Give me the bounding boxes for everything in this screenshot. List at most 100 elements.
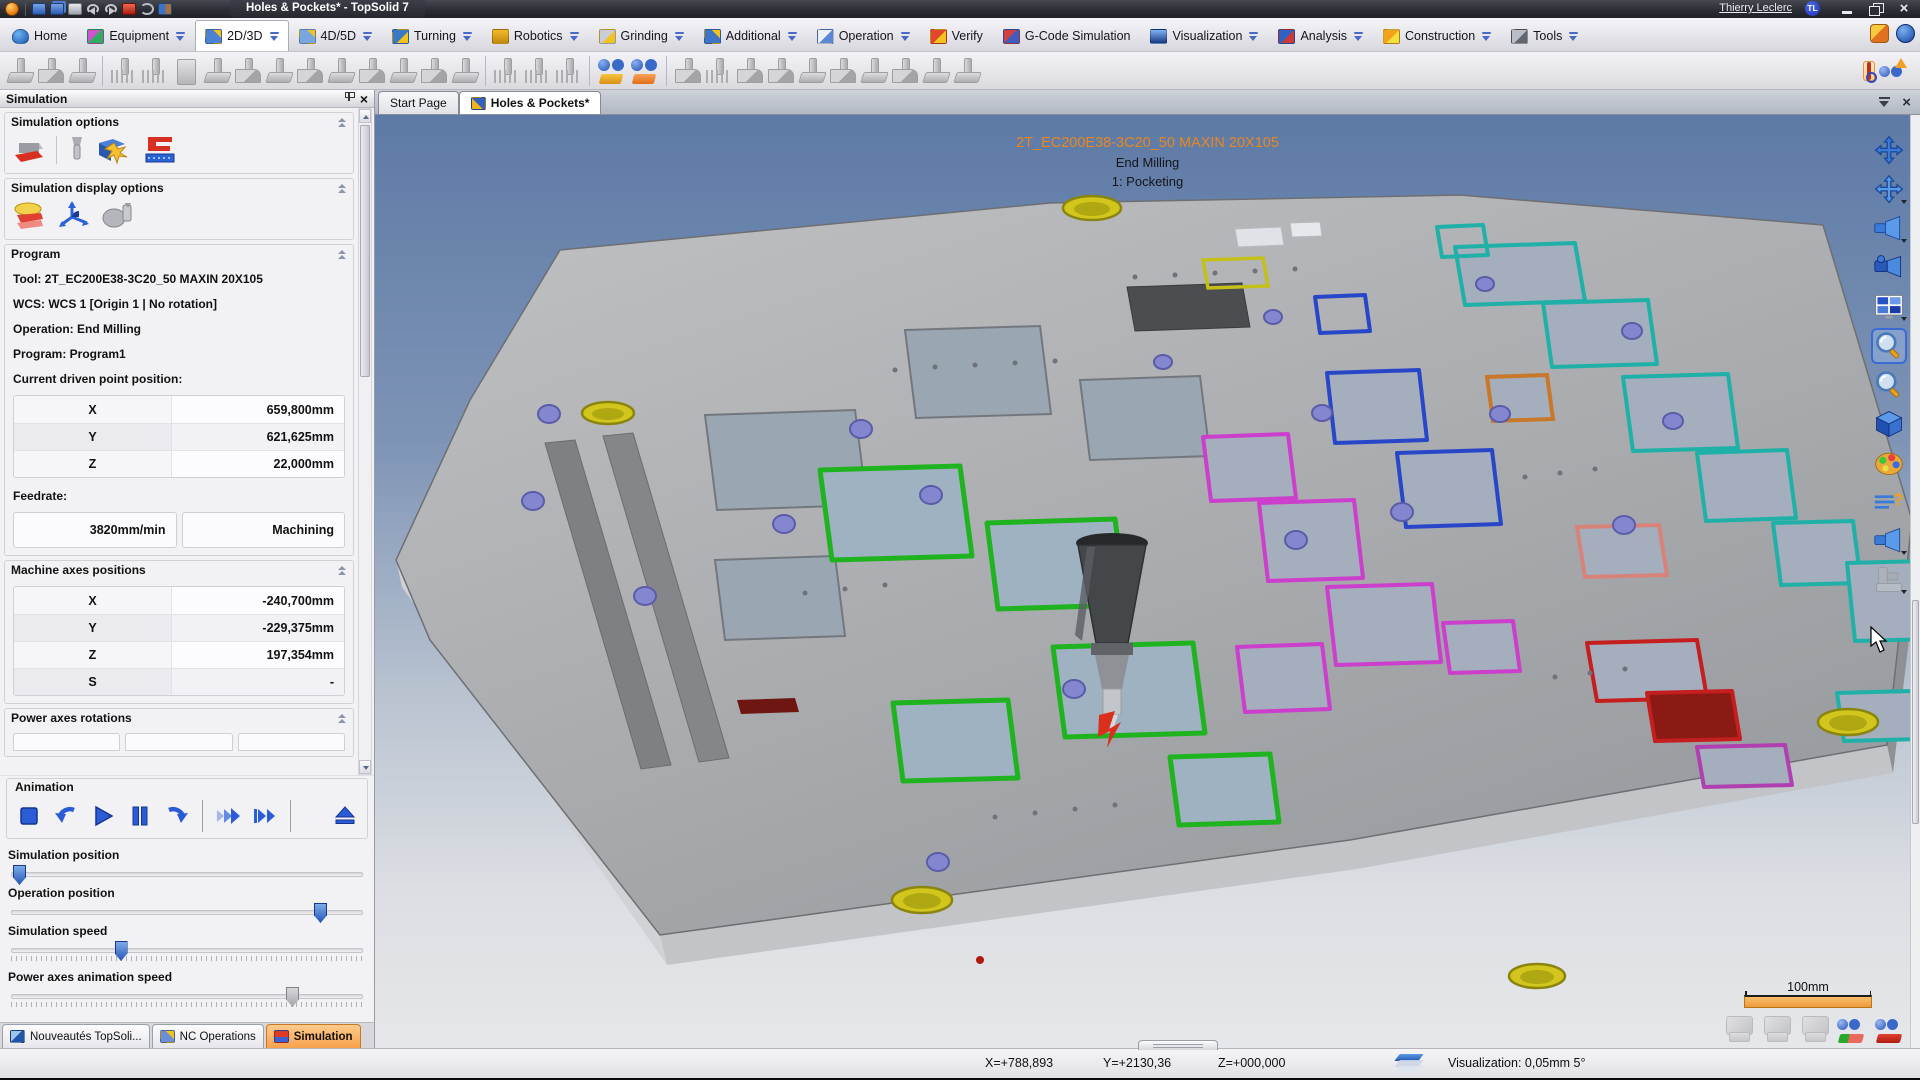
tool-icon-9[interactable] — [450, 56, 479, 86]
print-icon[interactable] — [68, 3, 82, 15]
stop-button[interactable] — [17, 804, 41, 828]
saddle-icon-1[interactable] — [921, 56, 950, 86]
surface-icon-5[interactable] — [797, 56, 826, 86]
tab-home[interactable]: Home — [2, 20, 77, 51]
orbit-icon[interactable] — [1871, 172, 1907, 208]
close-panel-icon[interactable]: × — [360, 92, 368, 106]
machine-display-icon[interactable] — [1871, 562, 1907, 598]
tab-turning[interactable]: Turning — [382, 20, 482, 51]
pause-button[interactable] — [128, 804, 152, 828]
refresh-icon[interactable] — [140, 3, 154, 15]
3d-model-canvas[interactable] — [375, 115, 1920, 1048]
tool-icon-2[interactable] — [233, 56, 262, 86]
collapse-group-icon[interactable] — [338, 118, 346, 128]
fast-forward-button[interactable] — [216, 804, 240, 828]
tab-simulation[interactable]: Simulation — [265, 1024, 361, 1048]
chevron-down-icon[interactable] — [1482, 32, 1491, 41]
tab-construction[interactable]: Construction — [1373, 20, 1501, 51]
tab-holes-pockets[interactable]: Holes & Pockets* — [458, 91, 602, 114]
tab-robotics[interactable]: Robotics — [482, 20, 589, 51]
chevron-down-icon[interactable] — [1249, 32, 1258, 41]
close-document-icon[interactable]: × — [1902, 95, 1911, 110]
slider-track[interactable] — [11, 903, 363, 923]
watch-removal-icon[interactable] — [1875, 1013, 1906, 1043]
view-direction-2-icon[interactable] — [1871, 523, 1907, 559]
redo-icon[interactable] — [104, 3, 118, 15]
camera-icon[interactable] — [1871, 250, 1907, 286]
tab-list-icon[interactable] — [1879, 97, 1890, 108]
tab-analysis[interactable]: Analysis — [1268, 20, 1373, 51]
tab-tools[interactable]: Tools — [1501, 20, 1588, 51]
drill-icon-2[interactable] — [523, 56, 552, 86]
watch-toolpath-icon[interactable] — [1837, 1013, 1868, 1043]
axes-display-icon[interactable] — [58, 201, 90, 231]
isometric-view-icon[interactable] — [1871, 406, 1907, 442]
stock-display-icon[interactable] — [13, 201, 47, 231]
slider-track[interactable] — [11, 865, 363, 885]
surface-icon-8[interactable] — [890, 56, 919, 86]
play-button[interactable] — [91, 804, 115, 828]
viewport-3d[interactable]: 2T_EC200E38-3C20_50 MAXIN 20X105 End Mil… — [375, 115, 1920, 1048]
viewport-scrollbar[interactable] — [1910, 115, 1920, 1048]
surface-icon-4[interactable] — [766, 56, 795, 86]
tool-display-icon[interactable] — [101, 201, 135, 231]
machine-ghost-icon[interactable] — [1723, 1013, 1754, 1043]
watch-up-icon[interactable] — [1878, 57, 1908, 84]
tab-2d3d[interactable]: 2D/3D — [195, 20, 289, 51]
part-ghost-icon[interactable] — [1799, 1013, 1830, 1043]
tab-4d5d[interactable]: 4D/5D — [289, 20, 382, 51]
user-account-link[interactable]: Thierry Leclerc — [1719, 2, 1792, 14]
save-icon[interactable] — [32, 3, 46, 15]
customize-icon[interactable] — [1870, 24, 1889, 43]
render-style-icon[interactable] — [1871, 445, 1907, 481]
milling-icon-2[interactable] — [36, 56, 65, 86]
about-icon[interactable] — [1896, 24, 1915, 43]
collision-check-icon[interactable] — [97, 135, 131, 165]
tool-icon-6[interactable] — [357, 56, 386, 86]
tab-additional[interactable]: Additional — [694, 20, 807, 51]
chevron-down-icon[interactable] — [270, 32, 279, 41]
stock-ghost-icon[interactable] — [1761, 1013, 1792, 1043]
topsolid-logo-icon[interactable] — [5, 2, 19, 16]
saddle-icon-2[interactable] — [952, 56, 981, 86]
scroll-down-icon[interactable] — [359, 760, 371, 774]
collapse-group-icon[interactable] — [338, 566, 346, 576]
user-avatar[interactable]: TL — [1805, 1, 1820, 16]
slider-track[interactable] — [11, 987, 363, 1007]
scroll-up-icon[interactable] — [359, 109, 371, 123]
tab-nouveautes[interactable]: Nouveautés TopSoli... — [2, 1024, 150, 1048]
pattern-icon-1[interactable] — [109, 56, 138, 86]
slider-thumb[interactable] — [13, 865, 26, 885]
surface-icon-1[interactable] — [673, 56, 702, 86]
chevron-down-icon[interactable] — [363, 32, 372, 41]
tool-only-icon[interactable] — [68, 135, 86, 165]
tag-button-selected[interactable] — [1863, 60, 1875, 81]
tab-operation[interactable]: Operation — [807, 20, 920, 51]
surface-icon-6[interactable] — [828, 56, 857, 86]
exit-document-icon[interactable] — [158, 3, 172, 15]
collapse-group-icon[interactable] — [338, 184, 346, 194]
tool-icon-1[interactable] — [202, 56, 231, 86]
tool-icon-8[interactable] — [419, 56, 448, 86]
tab-grinding[interactable]: Grinding — [589, 20, 694, 51]
chevron-down-icon[interactable] — [1569, 32, 1578, 41]
scrollbar-thumb[interactable] — [360, 125, 370, 377]
surface-icon-2[interactable] — [704, 56, 733, 86]
layers-icon[interactable] — [1394, 1054, 1425, 1074]
collapse-group-icon[interactable] — [338, 250, 346, 260]
zoom-window-icon[interactable] — [1871, 328, 1907, 364]
view-direction-icon[interactable] — [1871, 211, 1907, 247]
options-icon[interactable] — [171, 56, 200, 86]
pattern-icon-2[interactable] — [140, 56, 169, 86]
tab-verify[interactable]: Verify — [920, 20, 993, 51]
next-operation-button[interactable] — [253, 804, 277, 828]
machined-plate[interactable] — [395, 194, 1920, 990]
drill-icon-3[interactable] — [554, 56, 583, 86]
panel-grip-handle[interactable] — [1138, 1040, 1218, 1050]
restore-button[interactable] — [1868, 2, 1884, 16]
chevron-down-icon[interactable] — [463, 32, 472, 41]
toolpath-binoculars-icon[interactable] — [596, 56, 627, 86]
resume-button[interactable] — [165, 804, 189, 828]
slider-track[interactable] — [11, 941, 363, 961]
tab-equipment[interactable]: Equipment — [77, 20, 195, 51]
